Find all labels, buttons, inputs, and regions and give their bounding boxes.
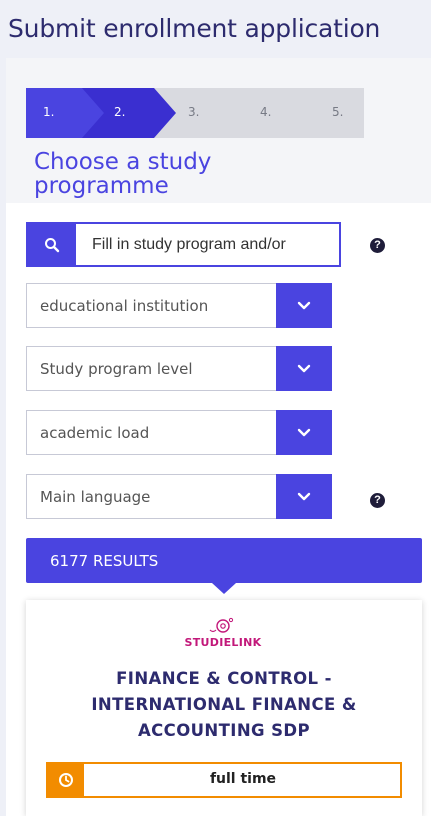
help-icon[interactable]: ?	[370, 493, 385, 508]
academic-load-label: full time	[209, 771, 277, 787]
institution-select-label: educational institution	[40, 297, 209, 315]
search-icon	[45, 237, 60, 252]
search-input[interactable]	[78, 224, 339, 265]
language-dropdown-button[interactable]	[276, 474, 332, 519]
chevron-down-icon	[297, 492, 311, 500]
chevron-down-icon	[297, 364, 311, 372]
results-count-bar: 6177 RESULTS	[26, 538, 422, 594]
logo-mark-icon	[209, 617, 234, 633]
level-select-label: Study program level	[40, 360, 193, 378]
step-3-label: 3.	[188, 105, 200, 119]
page-title: Submit enrollment application	[8, 14, 381, 43]
studielink-logo: STUDIELINK	[178, 614, 268, 654]
language-select[interactable]: Main language	[26, 474, 332, 519]
section-title: Choose a study programme	[34, 149, 212, 199]
search-button[interactable]	[28, 224, 76, 265]
institution-select[interactable]: educational institution	[26, 283, 332, 328]
progress-stepper: 1. 2. 3. 4. 5.	[26, 88, 366, 138]
chevron-down-icon	[297, 428, 311, 436]
step-4-label: 4.	[260, 105, 272, 119]
level-dropdown-button[interactable]	[276, 346, 332, 391]
academic-load-dropdown-button[interactable]	[276, 410, 332, 455]
programme-card[interactable]: STUDIELINK FINANCE & CONTROL - INTERNATI…	[26, 600, 422, 816]
academic-load-badge: full time	[46, 762, 402, 798]
language-select-label: Main language	[40, 488, 151, 506]
results-pointer	[212, 583, 236, 594]
help-icon[interactable]: ?	[370, 238, 385, 253]
step-2-label[interactable]: 2.	[114, 105, 125, 119]
level-select[interactable]: Study program level	[26, 346, 332, 391]
chevron-down-icon	[297, 301, 311, 309]
results-count: 6177 RESULTS	[50, 552, 159, 570]
logo-text: STUDIELINK	[184, 636, 262, 649]
institution-dropdown-button[interactable]	[276, 283, 332, 328]
step-1-label[interactable]: 1.	[43, 105, 54, 119]
clock-icon	[59, 773, 73, 787]
load-icon-box	[48, 764, 84, 796]
academic-load-select-label: academic load	[40, 424, 150, 442]
academic-load-select[interactable]: academic load	[26, 410, 332, 455]
step-5-label: 5.	[332, 105, 344, 119]
search-box	[26, 222, 341, 267]
programme-title[interactable]: FINANCE & CONTROL - INTERNATIONAL FINANC…	[46, 666, 402, 744]
